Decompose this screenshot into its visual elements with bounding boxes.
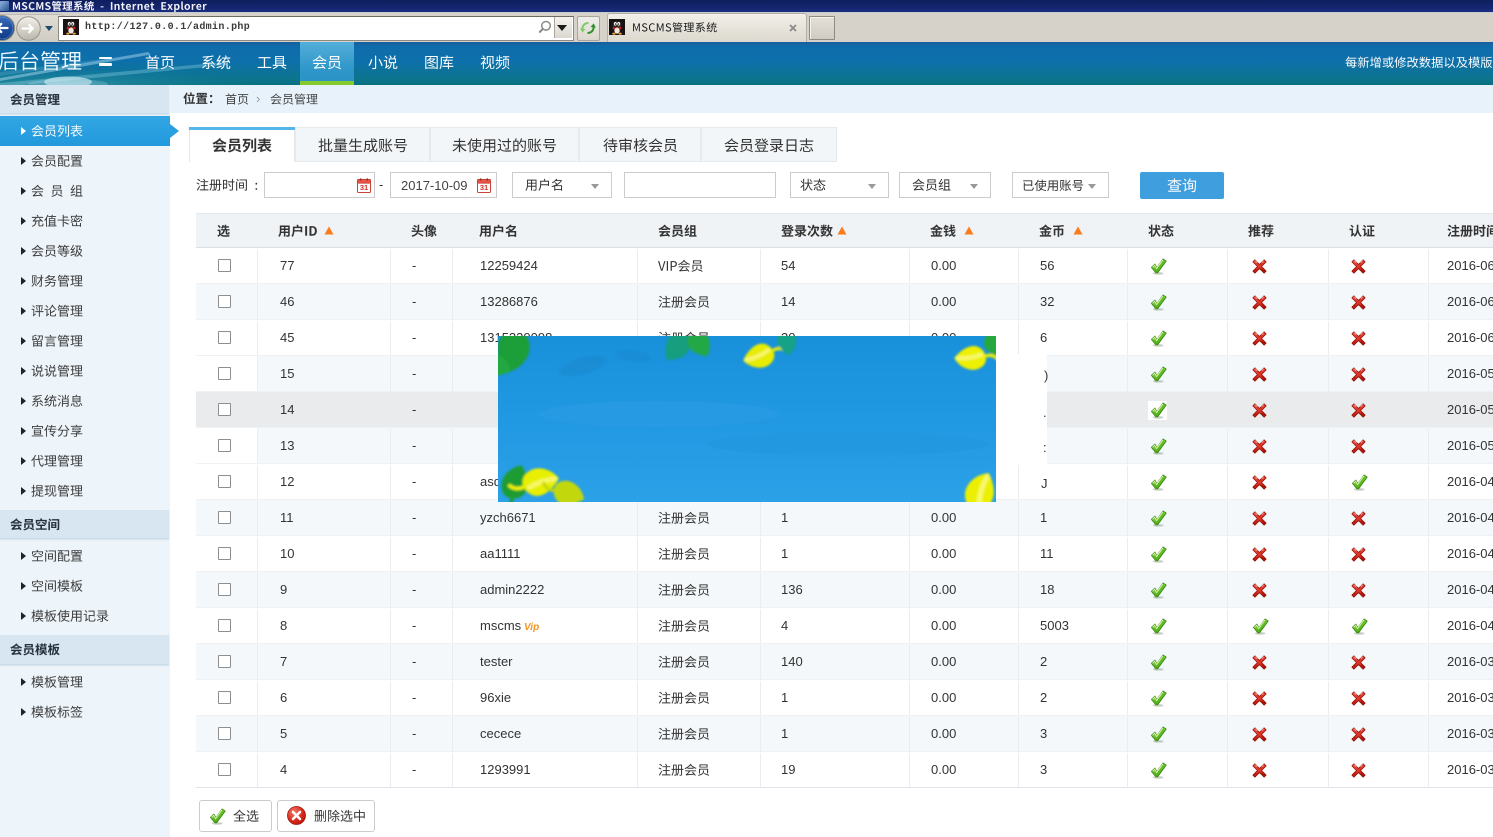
svg-text:31: 31	[360, 183, 368, 192]
svg-text:31: 31	[480, 183, 488, 192]
